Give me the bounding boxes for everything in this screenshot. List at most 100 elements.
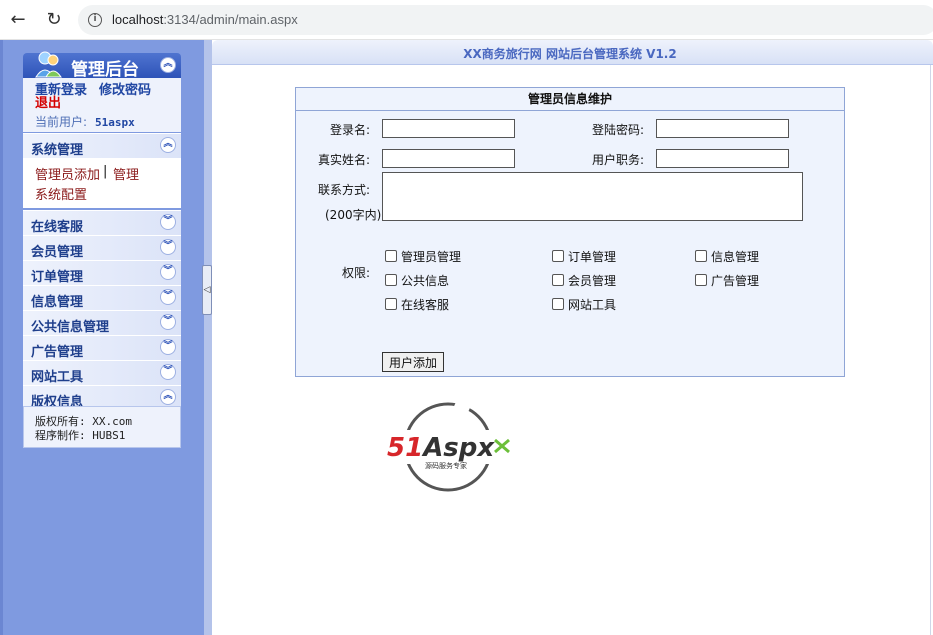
chevron-down-icon[interactable]: ︾ (160, 264, 176, 280)
chevron-down-icon[interactable]: ︾ (160, 239, 176, 255)
logout-link[interactable]: 退出 (35, 92, 61, 111)
brand-aspx: Aspx (421, 433, 495, 463)
section-label: 广告管理 (31, 345, 84, 360)
perm-orders-checkbox[interactable]: 订单管理 (552, 248, 616, 265)
current-user: 当前用户: 51aspx (35, 113, 135, 130)
login-name-input[interactable] (382, 119, 515, 138)
frame-edge (0, 40, 3, 635)
checkbox-box[interactable] (695, 250, 707, 262)
change-password-link[interactable]: 修改密码 (99, 79, 151, 98)
section-site-tools[interactable]: 网站工具 ︾ (23, 360, 181, 385)
permissions-label: 权限: (342, 266, 371, 280)
address-bar[interactable]: i localhost:3134/admin/main.aspx (78, 5, 933, 35)
frame-border (930, 65, 931, 635)
section-label: 网站工具 (31, 370, 84, 385)
chevron-down-icon[interactable]: ︾ (160, 364, 176, 380)
admin-add-link[interactable]: 管理员添加 (35, 164, 100, 183)
chevron-down-icon[interactable]: ︾ (160, 314, 176, 330)
login-name-label: 登录名: (330, 123, 371, 137)
perm-label: 管理员管理 (401, 250, 462, 264)
brand-51: 51 (387, 433, 423, 463)
separator: | (103, 164, 108, 179)
perm-public-checkbox[interactable]: 公共信息 (385, 272, 449, 289)
collapse-left-icon[interactable]: ◁ (202, 265, 212, 315)
perm-ads-checkbox[interactable]: 广告管理 (695, 272, 759, 289)
checkbox-box[interactable] (385, 274, 397, 286)
section-orders[interactable]: 订单管理 ︾ (23, 260, 181, 285)
contact-label: 联系方式: (318, 183, 371, 197)
user-panel: 重新登录 修改密码 退出 当前用户: 51aspx (23, 78, 181, 132)
add-user-button[interactable]: 用户添加 (382, 352, 445, 372)
perm-label: 公共信息 (401, 274, 450, 288)
current-user-label: 当前用户: (35, 115, 88, 129)
perm-label: 订单管理 (568, 250, 617, 264)
perm-online-service-checkbox[interactable]: 在线客服 (385, 296, 449, 313)
reload-icon[interactable]: ↻ (43, 9, 65, 31)
section-online-service[interactable]: 在线客服 ︾ (23, 210, 181, 235)
section-label: 在线客服 (31, 220, 84, 235)
perm-label: 广告管理 (711, 274, 760, 288)
section-label: 会员管理 (31, 245, 84, 260)
url-path: :3134/admin/main.aspx (163, 12, 298, 27)
system-submenu: 管理员添加 | 管理 系统配置 (23, 158, 181, 208)
section-label: 公共信息管理 (31, 320, 110, 335)
perm-label: 信息管理 (711, 250, 760, 264)
section-members[interactable]: 会员管理 ︾ (23, 235, 181, 260)
chevron-down-icon[interactable]: ︾ (160, 214, 176, 230)
brand-tagline: 源码服务专家 (425, 461, 467, 470)
section-label: 系统管理 (31, 143, 84, 158)
checkbox-box[interactable] (552, 298, 564, 310)
checkbox-box[interactable] (552, 250, 564, 262)
browser-toolbar: ← ↻ i localhost:3134/admin/main.aspx (0, 0, 933, 40)
checkbox-box[interactable] (695, 274, 707, 286)
current-user-name: 51aspx (95, 116, 135, 129)
url-host: localhost (112, 12, 164, 27)
system-config-link[interactable]: 系统配置 (35, 184, 87, 203)
left-menu-frame: 管理后台 ︽ 重新登录 修改密码 退出 当前用户: 51aspx 系统管理 ︽ 管… (0, 40, 204, 635)
admin-form: 管理员信息维护 登录名: 登陆密码: 真实姓名: 用户职务: 联系方式: (20… (295, 87, 845, 377)
perm-label: 会员管理 (568, 274, 617, 288)
back-arrow-icon[interactable]: ← (7, 9, 29, 31)
password-label: 登陆密码: (592, 123, 645, 137)
real-name-input[interactable] (382, 149, 515, 168)
author-text: 程序制作: HUBS1 (35, 429, 126, 442)
perm-admin-checkbox[interactable]: 管理员管理 (385, 248, 461, 265)
system-title: XX商务旅行网 网站后台管理系统 V1.2 (463, 47, 677, 61)
users-icon (35, 51, 62, 78)
chevron-down-icon[interactable]: ︾ (160, 339, 176, 355)
url-text[interactable]: localhost:3134/admin/main.aspx (112, 12, 298, 27)
frame-splitter[interactable] (204, 40, 212, 635)
section-label: 信息管理 (31, 295, 84, 310)
section-ads[interactable]: 广告管理 ︾ (23, 335, 181, 360)
section-info[interactable]: 信息管理 ︾ (23, 285, 181, 310)
perm-label: 在线客服 (401, 298, 450, 312)
info-icon[interactable]: i (88, 13, 102, 27)
section-label: 订单管理 (31, 270, 84, 285)
chevron-up-icon[interactable]: ︽ (160, 137, 176, 153)
perm-members-checkbox[interactable]: 会员管理 (552, 272, 616, 289)
perm-site-tools-checkbox[interactable]: 网站工具 (552, 296, 616, 313)
copyright-panel: 版权所有: XX.com 程序制作: HUBS1 (23, 406, 181, 448)
checkbox-box[interactable] (385, 298, 397, 310)
position-input[interactable] (656, 149, 789, 168)
chevron-down-icon[interactable]: ︾ (160, 289, 176, 305)
menu-header: 管理后台 ︽ (23, 51, 181, 80)
checkbox-box[interactable] (385, 250, 397, 262)
collapse-chevron-icon[interactable]: ︽ (160, 57, 176, 73)
form-title: 管理员信息维护 (296, 88, 844, 111)
perm-info-checkbox[interactable]: 信息管理 (695, 248, 759, 265)
contact-textarea[interactable] (382, 172, 803, 221)
section-system[interactable]: 系统管理 ︽ (23, 133, 181, 158)
perm-label: 网站工具 (568, 298, 617, 312)
position-label: 用户职务: (592, 153, 645, 167)
password-input[interactable] (656, 119, 789, 138)
brand-logo-text: 51Aspx (387, 433, 495, 463)
section-public-info[interactable]: 公共信息管理 ︾ (23, 310, 181, 335)
checkbox-box[interactable] (552, 274, 564, 286)
chevron-up-icon[interactable]: ︽ (160, 389, 176, 405)
admin-manage-link[interactable]: 管理 (113, 164, 139, 183)
real-name-label: 真实姓名: (318, 153, 371, 167)
contact-hint: (200字内) (325, 208, 382, 222)
menu-title: 管理后台 (71, 60, 139, 80)
title-bar: XX商务旅行网 网站后台管理系统 V1.2 (212, 40, 933, 65)
